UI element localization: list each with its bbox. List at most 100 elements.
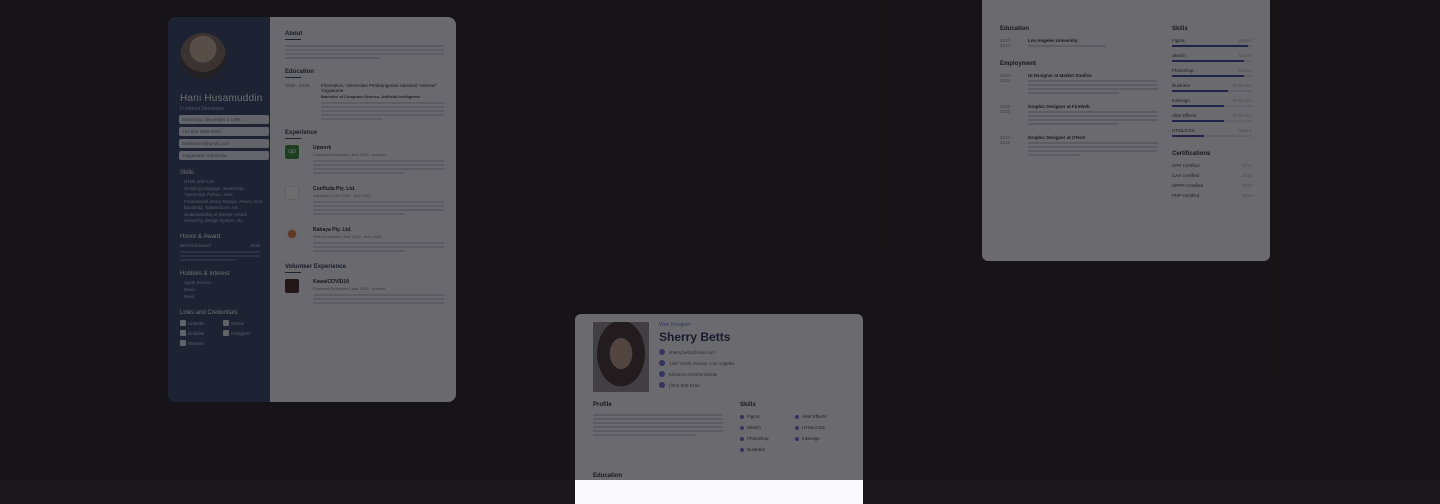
skill-row: Illustrator Proficient [1172, 83, 1252, 88]
profile-photo [593, 322, 649, 392]
link-dribbble[interactable]: Dribbble [180, 330, 221, 336]
skills-list: Figma Expert Sketch Expert Photoshop Expert Il… [1172, 38, 1252, 137]
skill-name: Photoshop [1172, 68, 1194, 73]
kawalcovid-logo-icon [285, 279, 299, 293]
person-name: Hani Husamuddin [180, 93, 263, 104]
instagram-icon [223, 330, 229, 336]
birth-field: Sukoharjo, December 2 1999 [179, 115, 269, 124]
contact-text: sherry.betts@mail.com [669, 349, 715, 355]
skill-name: InDesign [1172, 98, 1190, 103]
certifications-list: CPR Certified 2013 CAA Certified 2014 HIPPA … [1172, 163, 1252, 198]
skill-item: HTML/CSS [795, 425, 850, 430]
skill-bar [1172, 90, 1252, 92]
skill-name: HTML/CSS [1172, 128, 1195, 133]
person-role: Web Designer [659, 322, 691, 328]
skill-bar [1172, 135, 1252, 137]
volunteer-entry: KawalCOVID19 Frontend Developer | Mar 20… [285, 279, 444, 306]
resume-right-column: Skills Figma Expert Sketch Expert Photoshop E… [1172, 26, 1252, 261]
honor-description [180, 251, 260, 261]
skill-row: InDesign Proficient [1172, 98, 1252, 103]
resume-card-classic[interactable]: Education 2010 - 2014 Los Angeles Univer… [982, 0, 1270, 261]
honor-heading: Honor & Award [180, 234, 221, 240]
person-role: Frontend Developer [180, 106, 225, 112]
skill-row: After Effects Proficient [1172, 113, 1252, 118]
about-heading: About [285, 31, 444, 40]
experience-meta: Frontend Developer | Nov 2020 - present [313, 152, 386, 157]
company-logo-icon [285, 227, 299, 241]
skills-section: Skills Figma After Effects Sketch HTML/C… [740, 402, 850, 452]
link-label: Github [231, 320, 244, 326]
education-entry: 2010 - 2014 Los Angeles University [1000, 38, 1158, 49]
job-date: 2016 - 2020 [1000, 104, 1013, 114]
skill-bar-fill [1172, 135, 1204, 137]
resume-card-hani[interactable]: Hani Husamuddin Frontend Developer Sukoh… [168, 17, 456, 402]
resume-left-column: Education 2010 - 2014 Los Angeles Univer… [1000, 26, 1158, 261]
resume-main: About Education 2015 - 2018 Informatics,… [270, 17, 456, 402]
link-label: Instagram [231, 330, 251, 336]
education-entry: 2015 - 2018 Informatics, Universitas Pem… [285, 83, 444, 122]
upwork-logo-icon: up [285, 145, 299, 159]
email-field: hanihusam@gmail.com [179, 139, 269, 148]
certification-year: 2016 [1241, 193, 1252, 198]
contact-address: 1257 North Avenue, Los Angeles [659, 360, 734, 366]
contact-text: behance.net/sherrybetts [669, 371, 718, 377]
link-label: LinkedIn [188, 320, 205, 326]
skill-item: Photoshop [740, 436, 795, 441]
link-github[interactable]: Github [223, 320, 264, 326]
employment-heading: Employment [1000, 61, 1037, 67]
skill-name: After Effects [1172, 113, 1197, 118]
certification-row: PHP Certified 2016 [1172, 193, 1252, 198]
links-list: LinkedIn Github Dribbble Instagram Websi… [180, 320, 264, 346]
mail-icon [659, 349, 665, 355]
skill-bar [1172, 105, 1252, 107]
skill-item: Figma [740, 414, 795, 419]
certification-name: PHP Certified [1172, 193, 1200, 198]
volunteer-meta: Frontend Developer | Mar 2020 - present [313, 286, 386, 291]
link-label: Dribbble [188, 330, 205, 336]
certification-name: HIPPA Certified [1172, 183, 1203, 188]
experience-company: Rabaya Pty. Ltd. [313, 227, 352, 233]
job-date: 2020 - 2022 [1000, 73, 1013, 83]
profile-section: Profile [593, 402, 723, 438]
certification-row: CAA Certified 2014 [1172, 173, 1252, 178]
contact-website: behance.net/sherrybetts [659, 371, 734, 377]
links-heading: Links and Credentials [180, 310, 238, 316]
profile-heading: Profile [593, 402, 612, 408]
education-degree: Bachelor of Computer Science, Artificial… [321, 94, 421, 99]
education-school: Informatics, Universitas Pembangunan Nas… [321, 83, 438, 93]
skill-bar-fill [1172, 60, 1244, 62]
skill-bar-fill [1172, 120, 1224, 122]
certification-year: 2013 [1241, 163, 1252, 168]
experience-entry: up Upwork Frontend Developer | Nov 2020 … [285, 145, 444, 176]
skill-item: Sketch [740, 425, 795, 430]
link-linkedin[interactable]: LinkedIn [180, 320, 221, 326]
link-label: Website [188, 340, 204, 346]
job-entry: 2016 - 2020 Graphic Designer at FireWeb [1000, 104, 1158, 127]
education-title: Los Angeles University [1028, 38, 1078, 43]
job-entry: 2014 - 2016 Graphic Designer at STech [1000, 135, 1158, 158]
volunteer-company: KawalCOVID19 [313, 279, 349, 285]
skill-name: Illustrator [1172, 83, 1191, 88]
skill-bar [1172, 60, 1252, 62]
certifications-heading: Certifications [1172, 151, 1211, 157]
skill-bar-fill [1172, 45, 1248, 47]
job-date: 2014 - 2016 [1000, 135, 1013, 145]
honor-item: Best Graduated [180, 243, 211, 248]
skill-level: Proficient [1233, 113, 1252, 118]
skill-bar [1172, 75, 1252, 77]
skill-bar-fill [1172, 90, 1228, 92]
job-entry: 2020 - 2022 UI Designer at Market Studio… [1000, 73, 1158, 96]
skill-level: Expert [1238, 38, 1252, 43]
resume-card-sherry[interactable]: Web Designer Sherry Betts sherry.betts@m… [575, 314, 863, 504]
skill-row: Figma Expert [1172, 38, 1252, 43]
skill-row: HTML/CSS Novice [1172, 128, 1252, 133]
job-title: Graphic Designer at STech [1028, 135, 1086, 140]
link-website[interactable]: Website [180, 340, 221, 346]
experience-meta: Instagram | Oct 2020 - Sep 2021 [313, 193, 371, 198]
link-instagram[interactable]: Instagram [223, 330, 264, 336]
education-heading: Education [1000, 26, 1030, 32]
skill-level: Novice [1238, 128, 1252, 133]
contact-phone: (343) 555-5162 [659, 382, 734, 388]
phone-icon [659, 382, 665, 388]
experience-meta: Web Developer | Mar 2019 - Nov 2019 [313, 234, 382, 239]
